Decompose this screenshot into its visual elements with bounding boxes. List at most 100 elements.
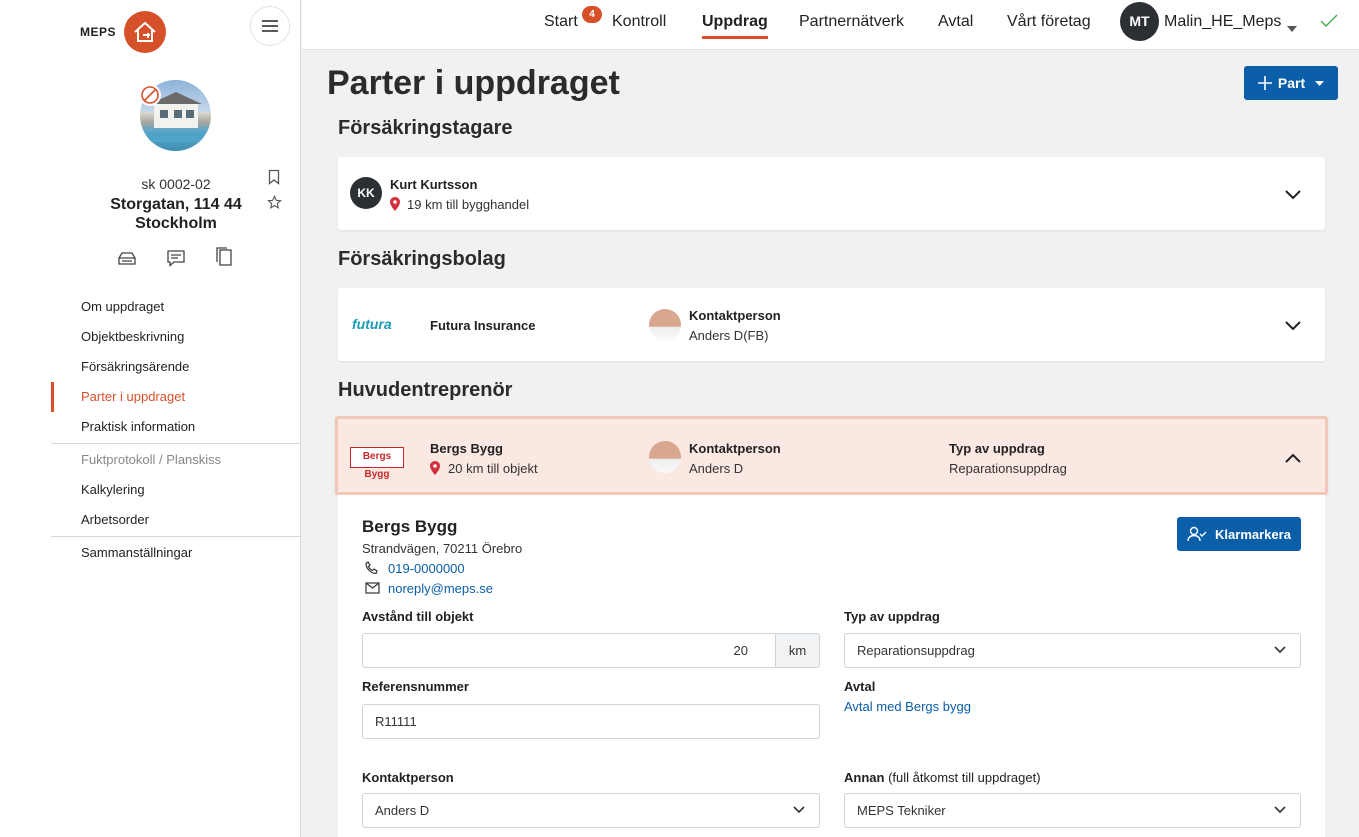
contractor-type-label: Typ av uppdrag (949, 441, 1045, 456)
object-id: sk 0002-02 (141, 176, 211, 192)
other-label: Annan (844, 770, 885, 785)
ref-input[interactable]: R11111 (362, 704, 820, 739)
page-title: Parter i uppdraget (327, 64, 620, 102)
detail-email-link[interactable]: noreply@meps.se (388, 581, 493, 596)
sidebar-item-parter[interactable]: Parter i uppdraget (51, 382, 301, 412)
other-label-group: Annan (full åtkomst till uppdraget) (844, 770, 1041, 785)
plus-icon (1257, 76, 1272, 90)
comment-icon[interactable] (166, 249, 186, 270)
insured-card[interactable]: KK Kurt Kurtsson 19 km till bygghandel (338, 157, 1325, 230)
star-icon[interactable] (267, 194, 282, 213)
detail-phone-link[interactable]: 019-0000000 (388, 561, 465, 576)
hamburger-icon (262, 20, 278, 32)
top-navigation: Start 4 Kontroll Uppdrag Partnernätverk … (302, 0, 1359, 50)
type-select[interactable]: Reparationsuppdrag (844, 633, 1301, 668)
ref-label: Referensnummer (362, 679, 469, 694)
insured-initials-avatar: KK (350, 177, 382, 209)
agreement-link[interactable]: Avtal med Bergs bygg (844, 699, 971, 714)
contractor-card[interactable]: Bergs Bygg Bergs Bygg 20 km till objekt … (335, 416, 1328, 495)
user-check-icon (1187, 526, 1207, 542)
distance-label: Avstånd till objekt (362, 609, 474, 624)
contractor-contact-name: Anders D (689, 461, 744, 476)
add-part-button[interactable]: Part (1244, 66, 1338, 100)
chevron-down-icon[interactable] (1285, 188, 1301, 203)
tab-vart-foretag[interactable]: Vårt företag (1007, 0, 1091, 50)
type-select-value: Reparationsuppdrag (857, 643, 975, 658)
sidebar-item-om-uppdraget[interactable]: Om uppdraget (51, 292, 301, 322)
caret-down-icon (1315, 80, 1325, 86)
other-select-value: MEPS Tekniker (857, 803, 946, 818)
insurer-card[interactable]: futura Futura Insurance Kontaktperson An… (338, 288, 1325, 361)
tab-avtal[interactable]: Avtal (938, 0, 973, 50)
detail-address: Strandvägen, 70211 Örebro (362, 541, 523, 556)
nav-divider (51, 443, 301, 444)
sidebar-item-fuktprotokoll[interactable]: Fuktprotokoll / Planskiss (51, 445, 301, 475)
contact-select[interactable]: Anders D (362, 793, 820, 828)
chevron-down-icon (1274, 646, 1286, 654)
contractor-distance: 20 km till objekt (448, 461, 538, 476)
caret-down-icon[interactable] (1287, 20, 1297, 35)
meps-logo[interactable]: MEPS (80, 11, 167, 53)
agreement-label: Avtal (844, 679, 876, 694)
start-count-badge: 4 (582, 6, 602, 23)
logo-text: MEPS (80, 25, 117, 39)
sidebar-item-kalkylering[interactable]: Kalkylering (51, 475, 301, 505)
section-title-contractor: Huvudentreprenör (338, 379, 513, 401)
nav-divider (51, 536, 301, 537)
hamburger-menu-button[interactable] (250, 6, 290, 46)
contact-avatar (649, 441, 681, 473)
documents-icon[interactable] (215, 247, 233, 270)
other-select[interactable]: MEPS Tekniker (844, 793, 1301, 828)
add-part-label: Part (1277, 75, 1306, 91)
sidebar-item-arbetsorder[interactable]: Arbetsorder (51, 505, 301, 535)
mail-icon (365, 582, 380, 597)
distance-unit: km (775, 633, 820, 668)
insurer-contact-name: Anders D(FB) (689, 328, 769, 343)
house-logo-icon (124, 11, 167, 53)
sidebar-item-sammanstallningar[interactable]: Sammanställningar (51, 538, 301, 568)
section-title-insured: Försäkringstagare (338, 117, 513, 139)
distance-input[interactable]: 20 (362, 633, 776, 668)
user-menu[interactable]: Malin_HE_Meps (1164, 0, 1281, 50)
klarmarkera-label: Klarmarkera (1215, 526, 1291, 542)
contact-select-value: Anders D (375, 803, 430, 818)
tab-partnernatverk[interactable]: Partnernätverk (799, 0, 904, 50)
user-avatar[interactable]: MT (1120, 2, 1159, 41)
map-pin-icon (430, 461, 440, 478)
blocked-icon (139, 84, 161, 106)
insurer-company: Futura Insurance (430, 318, 536, 333)
klarmarkera-button[interactable]: Klarmarkera (1177, 517, 1301, 551)
bookmark-icon[interactable] (268, 169, 280, 188)
map-pin-icon (390, 197, 400, 214)
bergs-bygg-logo: Bergs Bygg (350, 447, 404, 480)
sidebar-item-praktisk-information[interactable]: Praktisk information (51, 412, 301, 442)
section-title-insurer: Försäkringsbolag (338, 248, 506, 270)
contractor-contact-label: Kontaktperson (689, 441, 781, 456)
chevron-down-icon[interactable] (1285, 319, 1301, 334)
detail-company: Bergs Bygg (362, 517, 458, 536)
insured-distance: 19 km till bygghandel (407, 197, 530, 212)
tab-kontroll[interactable]: Kontroll (612, 0, 666, 50)
contractor-company: Bergs Bygg (430, 441, 503, 456)
chevron-up-icon[interactable] (1285, 451, 1301, 466)
contact-label: Kontaktperson (362, 770, 454, 785)
contractor-type-value: Reparationsuppdrag (949, 461, 1067, 476)
sidebar-item-objektbeskrivning[interactable]: Objektbeskrivning (51, 322, 301, 352)
sidebar-item-forsakringsarende[interactable]: Försäkringsärende (51, 352, 301, 382)
scanner-icon[interactable] (117, 249, 137, 270)
sidebar: MEPS sk 0002-02 Storgatan, 114 44 Stockh… (0, 0, 301, 837)
phone-icon (365, 561, 379, 578)
chevron-down-icon (793, 806, 805, 814)
tab-start[interactable]: Start (544, 0, 578, 50)
address-line1: Storgatan, 114 44 (110, 196, 242, 213)
object-address: Storgatan, 114 44 Stockholm (60, 195, 292, 233)
check-icon (1320, 14, 1338, 31)
insurer-contact-label: Kontaktperson (689, 308, 781, 323)
contact-avatar (649, 309, 681, 341)
chevron-down-icon (1274, 806, 1286, 814)
futura-logo: futura (352, 316, 392, 332)
sidebar-nav: Om uppdraget Objektbeskrivning Försäkrin… (51, 292, 301, 568)
tab-uppdrag[interactable]: Uppdrag (702, 0, 768, 50)
other-label-suffix: (full åtkomst till uppdraget) (888, 770, 1041, 785)
insured-name: Kurt Kurtsson (390, 177, 478, 192)
